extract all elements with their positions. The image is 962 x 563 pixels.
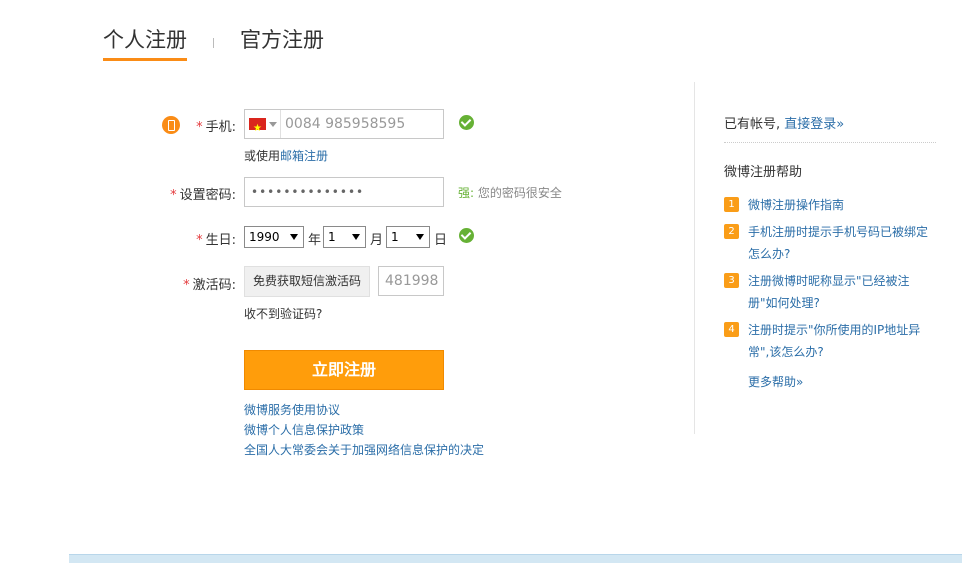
- activation-label: * 激活码:: [116, 274, 236, 293]
- year-unit: 年: [308, 233, 322, 248]
- chevron-down-icon: [269, 122, 277, 127]
- privacy-policy-link[interactable]: 微博个人信息保护政策: [244, 420, 484, 440]
- register-now-button[interactable]: 立即注册: [244, 350, 444, 390]
- help-item: 3 注册微博时昵称显示"已经被注册"如何处理?: [724, 270, 936, 314]
- help-item: 2 手机注册时提示手机号码已被绑定怎么办?: [724, 221, 936, 265]
- help-number-badge: 1: [724, 197, 739, 212]
- direct-login-link[interactable]: 直接登录»: [784, 117, 844, 132]
- password-strength-level: 强:: [458, 186, 475, 200]
- footer-bar: [69, 554, 962, 563]
- help-link-nickname-taken[interactable]: 注册微博时昵称显示"已经被注册"如何处理?: [748, 274, 910, 310]
- alt-register-line: 或使用邮箱注册: [244, 147, 328, 164]
- more-help-line: 更多帮助»: [724, 373, 936, 390]
- alt-register-prefix: 或使用: [244, 149, 281, 163]
- password-label-text: 设置密码:: [179, 188, 236, 203]
- help-number-badge: 4: [724, 322, 739, 337]
- help-number-badge: 2: [724, 224, 739, 239]
- vietnam-flag-icon: [249, 115, 266, 143]
- get-sms-code-button[interactable]: 免费获取短信激活码: [244, 266, 370, 297]
- birth-year-select[interactable]: 1990: [244, 226, 304, 248]
- tab-separator: [213, 38, 214, 48]
- country-selector[interactable]: [245, 110, 281, 143]
- password-input[interactable]: ••••••••••••••: [244, 177, 444, 207]
- vertical-divider: [694, 82, 695, 434]
- birthday-label-text: 生日:: [205, 233, 236, 248]
- npc-decision-link[interactable]: 全国人大常委会关于加强网络信息保护的决定: [244, 440, 484, 460]
- has-account-text: 已有帐号,: [724, 117, 781, 132]
- help-item: 4 注册时提示"你所使用的IP地址异常",该怎么办?: [724, 319, 936, 363]
- phone-label: * 手机:: [116, 116, 236, 135]
- tab-official-registration[interactable]: 官方注册: [240, 24, 324, 54]
- password-strength-message: 您的密码很安全: [477, 186, 562, 200]
- sidebar: 已有帐号, 直接登录» 微博注册帮助 1 微博注册操作指南 2 手机注册时提示手…: [724, 113, 936, 390]
- weibo-service-agreement-link[interactable]: 微博服务使用协议: [244, 400, 484, 420]
- required-mark: *: [196, 233, 203, 248]
- required-mark: *: [196, 120, 203, 135]
- phone-ok-check-circle-icon: [459, 115, 474, 130]
- help-list: 1 微博注册操作指南 2 手机注册时提示手机号码已被绑定怎么办? 3 注册微博时…: [724, 194, 936, 363]
- not-received-code-link[interactable]: 收不到验证码?: [244, 305, 322, 322]
- email-register-link[interactable]: 邮箱注册: [280, 149, 328, 163]
- registration-tabs: 个人注册 官方注册: [103, 24, 363, 64]
- activation-code-input[interactable]: 481998: [378, 266, 444, 296]
- help-link-phone-bound[interactable]: 手机注册时提示手机号码已被绑定怎么办?: [748, 225, 928, 261]
- help-title: 微博注册帮助: [724, 165, 803, 180]
- required-mark: *: [183, 278, 190, 293]
- password-label: * 设置密码:: [116, 184, 236, 203]
- more-help-link[interactable]: 更多帮助»: [748, 375, 803, 389]
- help-item: 1 微博注册操作指南: [724, 194, 936, 216]
- birth-month-select[interactable]: 1: [323, 226, 366, 248]
- birth-day-select[interactable]: 1: [386, 226, 430, 248]
- has-account-line: 已有帐号, 直接登录»: [724, 113, 936, 143]
- agreement-links: 微博服务使用协议 微博个人信息保护政策 全国人大常委会关于加强网络信息保护的决定: [244, 400, 484, 460]
- phone-number-value: 0084 985958595: [285, 116, 406, 132]
- password-strength: 强: 您的密码很安全: [458, 184, 562, 201]
- phone-input[interactable]: 0084 985958595: [244, 109, 444, 143]
- help-link-guide[interactable]: 微博注册操作指南: [748, 198, 844, 212]
- birthday-label: * 生日:: [116, 229, 236, 248]
- tab-personal-registration[interactable]: 个人注册: [103, 24, 187, 61]
- month-unit: 月: [370, 233, 384, 248]
- phone-label-text: 手机:: [205, 120, 236, 135]
- day-unit: 日: [434, 233, 448, 248]
- birthday-ok-check-circle-icon: [459, 228, 474, 243]
- activation-label-text: 激活码:: [192, 278, 236, 293]
- help-link-ip-abnormal[interactable]: 注册时提示"你所使用的IP地址异常",该怎么办?: [748, 323, 920, 359]
- required-mark: *: [170, 188, 177, 203]
- help-number-badge: 3: [724, 273, 739, 288]
